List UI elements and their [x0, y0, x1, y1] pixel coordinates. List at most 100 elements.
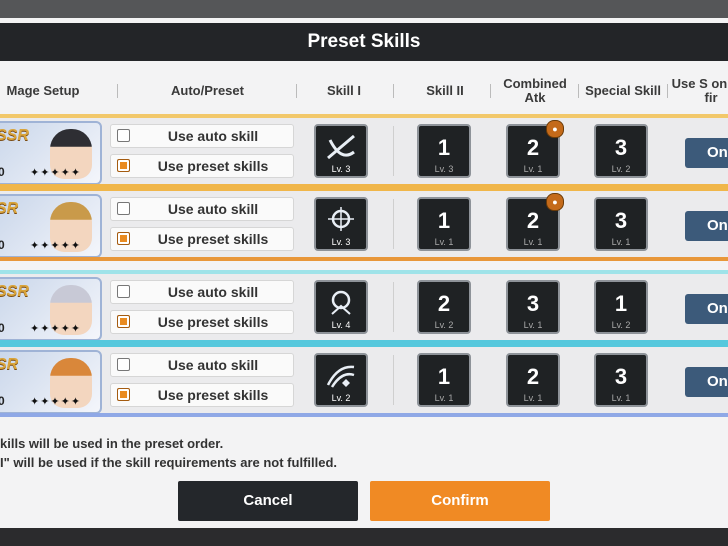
skill-order: 1: [437, 208, 451, 233]
skill-level: Lv. 1: [523, 164, 543, 174]
skill-order: 1: [437, 135, 451, 160]
preset-checkbox[interactable]: [117, 388, 130, 401]
slot-divider: [393, 355, 394, 405]
preset-checkbox[interactable]: [117, 232, 130, 245]
combined-atk-slot[interactable]: ● 2 Lv. 1: [506, 193, 564, 251]
preset-checkbox[interactable]: [117, 315, 130, 328]
table-header: Mage Setup Auto/Preset Skill I Skill II …: [0, 68, 728, 114]
skill-2-slot[interactable]: 1 Lv. 1: [417, 197, 471, 251]
use-preset-skills-option[interactable]: Use preset skills: [110, 310, 294, 334]
header-divider: [393, 84, 394, 98]
auto-label: Use auto skill: [167, 357, 259, 373]
use-preset-skills-option[interactable]: Use preset skills: [110, 383, 294, 407]
skill-level: Lv. 1: [434, 393, 454, 403]
skill-order: 1: [614, 291, 628, 316]
mage-portrait[interactable]: SR 0 ✦✦✦✦✦: [0, 350, 102, 414]
use-preset-skills-option[interactable]: Use preset skills: [110, 154, 294, 178]
skill-1-icon: [327, 134, 355, 160]
header-divider: [296, 84, 297, 98]
header-combined-atk: Combined Atk: [503, 76, 567, 105]
combined-atk-slot[interactable]: ● 2 Lv. 1: [506, 120, 564, 178]
mage-row: SSR 0 ✦✦✦✦✦ Use auto skill Use preset sk…: [0, 270, 728, 344]
special-skill-slot[interactable]: 1 Lv. 2: [594, 280, 648, 334]
skill-level: Lv. 3: [331, 164, 351, 174]
background-dim: [0, 0, 728, 18]
use-first-toggle[interactable]: On: [685, 367, 728, 397]
mage-portrait[interactable]: SSR 0 ✦✦✦✦✦: [0, 121, 102, 185]
preset-label: Use preset skills: [157, 158, 269, 174]
skill-level: Lv. 1: [434, 237, 454, 247]
preset-order-note: kills will be used in the preset order.: [0, 436, 224, 451]
skill-level: Lv. 3: [434, 164, 454, 174]
combined-atk-slot[interactable]: 3 Lv. 1: [506, 280, 560, 334]
skill-order: 2: [526, 208, 540, 233]
auto-checkbox[interactable]: [117, 202, 130, 215]
combined-atk-slot[interactable]: 2 Lv. 1: [506, 353, 560, 407]
mage-level: 0: [0, 238, 5, 252]
skill-level: Lv. 2: [434, 320, 454, 330]
use-first-toggle[interactable]: On: [685, 294, 728, 324]
auto-label: Use auto skill: [167, 201, 259, 217]
skill-level: Lv. 2: [331, 393, 351, 403]
slot-divider: [393, 199, 394, 249]
preset-skills-dialog: Preset Skills Mage Setup Auto/Preset Ski…: [0, 18, 728, 528]
background-dim: [0, 528, 728, 546]
slot-divider: [393, 126, 394, 176]
preset-label: Use preset skills: [157, 387, 269, 403]
skill-order: 3: [526, 291, 540, 316]
star-rating: ✦✦✦✦✦: [30, 167, 82, 179]
mage-level: 0: [0, 321, 5, 335]
header-skill-2: Skill II: [426, 83, 464, 98]
skill-order: 3: [614, 364, 628, 389]
rarity-badge: SR: [0, 200, 19, 217]
preset-label: Use preset skills: [157, 314, 269, 330]
use-auto-skill-option[interactable]: Use auto skill: [110, 197, 294, 221]
use-auto-skill-option[interactable]: Use auto skill: [110, 280, 294, 304]
use-first-toggle[interactable]: On: [685, 138, 728, 168]
skill-2-slot[interactable]: 2 Lv. 2: [417, 280, 471, 334]
skill-order: 3: [614, 208, 628, 233]
skill-1-slot[interactable]: Lv. 3: [314, 124, 368, 178]
mage-portrait[interactable]: SSR 0 ✦✦✦✦✦: [0, 277, 102, 341]
skill-1-icon: [331, 290, 351, 315]
special-skill-slot[interactable]: 3 Lv. 2: [594, 124, 648, 178]
rarity-badge: SR: [0, 356, 19, 373]
confirm-button[interactable]: Confirm: [370, 481, 550, 521]
auto-label: Use auto skill: [167, 284, 259, 300]
star-rating: ✦✦✦✦✦: [30, 396, 82, 408]
skill-order: 2: [437, 291, 451, 316]
skill-level: Lv. 4: [331, 320, 351, 330]
skill-1-icon: [328, 207, 354, 231]
use-auto-skill-option[interactable]: Use auto skill: [110, 353, 294, 377]
header-divider: [117, 84, 118, 98]
mage-level: 0: [0, 394, 5, 408]
use-preset-skills-option[interactable]: Use preset skills: [110, 227, 294, 251]
skill-level: Lv. 1: [611, 237, 631, 247]
preset-checkbox[interactable]: [117, 159, 130, 172]
auto-checkbox[interactable]: [117, 358, 130, 371]
skill-1-icon: [326, 365, 355, 388]
use-auto-skill-option[interactable]: Use auto skill: [110, 124, 294, 148]
special-skill-slot[interactable]: 3 Lv. 1: [594, 353, 648, 407]
skill-1-slot[interactable]: Lv. 4: [314, 280, 368, 334]
skill-1-slot[interactable]: Lv. 3: [314, 197, 368, 251]
mage-level: 0: [0, 165, 5, 179]
skill-1-slot[interactable]: Lv. 2: [314, 353, 368, 407]
skill-order: 3: [614, 135, 628, 160]
header-use-first: Use S on the fir: [671, 76, 728, 105]
auto-checkbox[interactable]: [117, 129, 130, 142]
preset-label: Use preset skills: [157, 231, 269, 247]
fallback-note: I" will be used if the skill requirement…: [0, 455, 338, 470]
mage-portrait[interactable]: SR 0 ✦✦✦✦✦: [0, 194, 102, 258]
auto-label: Use auto skill: [167, 128, 259, 144]
skill-2-slot[interactable]: 1 Lv. 3: [417, 124, 471, 178]
auto-checkbox[interactable]: [117, 285, 130, 298]
cancel-button[interactable]: Cancel: [178, 481, 358, 521]
skill-level: Lv. 1: [611, 393, 631, 403]
skill-order: 2: [526, 135, 540, 160]
use-first-toggle[interactable]: On: [685, 211, 728, 241]
header-special-skill: Special Skill: [585, 83, 661, 98]
skill-2-slot[interactable]: 1 Lv. 1: [417, 353, 471, 407]
special-skill-slot[interactable]: 3 Lv. 1: [594, 197, 648, 251]
skill-level: Lv. 2: [611, 164, 631, 174]
